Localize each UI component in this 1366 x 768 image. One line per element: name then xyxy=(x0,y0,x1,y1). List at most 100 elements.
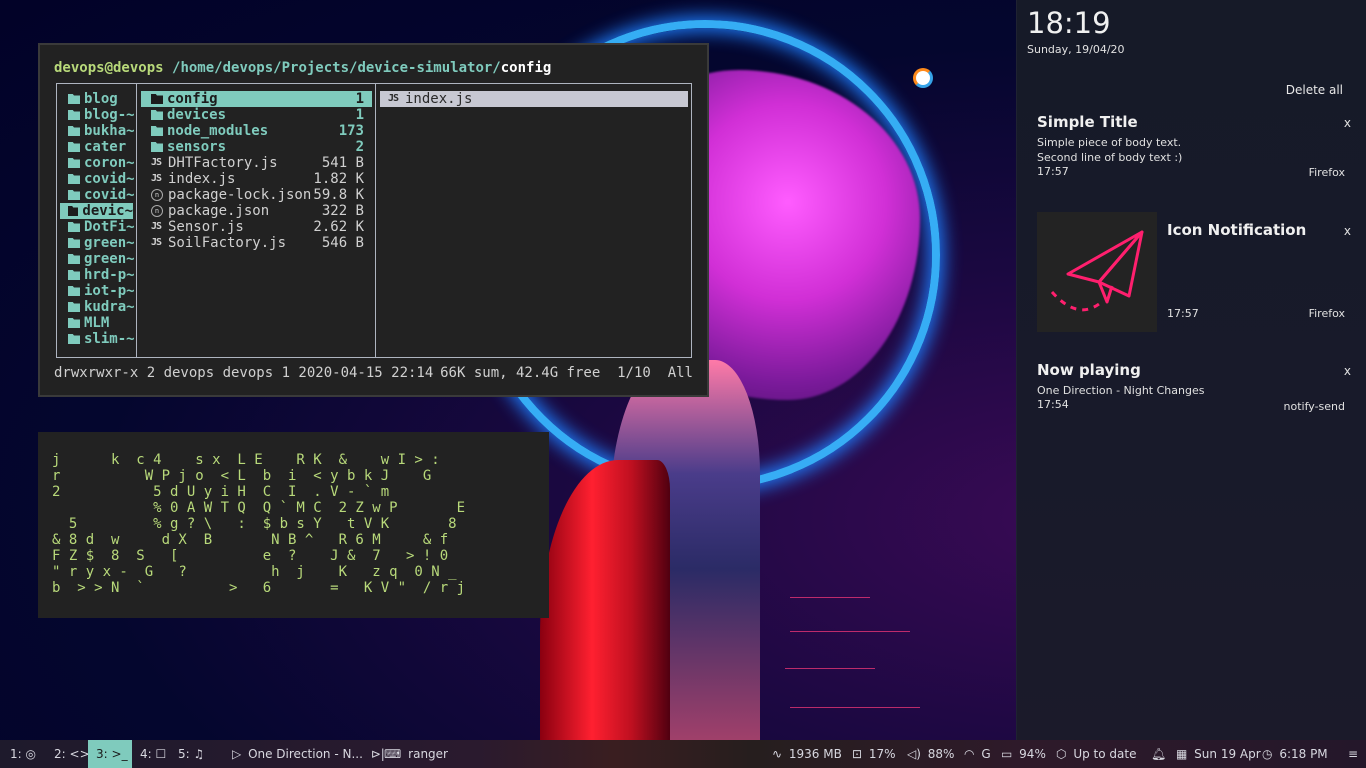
file-entry[interactable]: n package.json 322 B xyxy=(141,203,372,219)
matrix-line: % 0 A W T Q Q ` M C 2 Z w P E xyxy=(52,500,466,516)
battery-icon: ▭ xyxy=(1001,747,1013,761)
notification-time: 17:57 xyxy=(1167,307,1199,320)
bell-icon: 🔔︎ xyxy=(1151,747,1167,761)
preview-entry[interactable]: JS index.js xyxy=(380,91,688,107)
wifi-value: G xyxy=(981,747,991,761)
volume-icon: ◁) xyxy=(907,747,921,761)
entry-size: 1.82 K xyxy=(313,171,364,187)
folder-icon xyxy=(68,190,80,200)
file-entry[interactable]: n package-lock.json 59.8 K xyxy=(141,187,372,203)
user-host: devops@devops xyxy=(54,60,164,76)
matrix-line: 5 % g ? \ : $ b s Y t V K 8 xyxy=(52,516,457,532)
parent-dir-item[interactable]: coron~ xyxy=(57,155,136,171)
notification-card[interactable]: Now playing x One Direction - Night Chan… xyxy=(1037,361,1351,421)
matrix-line: F Z $ 8 S [ e ? J & 7 > ! 0 xyxy=(52,548,449,564)
media-player-widget[interactable]: ▷ One Direction - N... ⊳| xyxy=(224,740,396,768)
parent-dir-item[interactable]: cater xyxy=(57,139,136,155)
matrix-terminal-window[interactable]: j k c 4 s x L E R K & w I > :r W P j o <… xyxy=(38,432,549,618)
workspace-3[interactable]: 3: >_ xyxy=(88,740,132,768)
parent-dir-item[interactable]: blog-~ xyxy=(57,107,136,123)
entry-name: node_modules xyxy=(167,123,269,139)
js-icon: JS xyxy=(151,221,162,232)
menu-button[interactable]: ≡ xyxy=(1340,740,1366,768)
parent-dir-item[interactable]: slim-~ xyxy=(57,331,136,347)
notification-title: Icon Notification xyxy=(1167,221,1307,239)
entry-name: index.js xyxy=(405,91,473,107)
cpu-widget[interactable]: ⊡ 17% xyxy=(844,740,904,768)
notification-card[interactable]: Simple Title x Simple piece of body text… xyxy=(1037,113,1351,183)
workspace-4[interactable]: 4: ☐ xyxy=(132,740,174,768)
parent-dir-item[interactable]: bukha~ xyxy=(57,123,136,139)
dir-name: coron~ xyxy=(84,155,135,171)
volume-widget[interactable]: ◁) 88% xyxy=(899,740,962,768)
workspace-label: 3: xyxy=(96,747,108,761)
parent-dir-item[interactable]: blog xyxy=(57,91,136,107)
file-entry[interactable]: JS index.js 1.82 K xyxy=(141,171,372,187)
parent-dir-item[interactable]: iot-p~ xyxy=(57,283,136,299)
wifi-icon: ◠ xyxy=(964,747,975,761)
notification-time: 17:57 xyxy=(1037,165,1069,178)
active-window-title[interactable]: ⌨ ranger xyxy=(376,740,456,768)
clock-widget[interactable]: ◷ 6:18 PM xyxy=(1254,740,1336,768)
matrix-line: j k c 4 s x L E R K & w I > : xyxy=(52,452,440,468)
matrix-rain-output: j k c 4 s x L E R K & w I > :r W P j o <… xyxy=(52,452,465,596)
parent-dir-item[interactable]: covid~ xyxy=(57,171,136,187)
ranger-terminal-window[interactable]: devops@devops /home/devops/Projects/devi… xyxy=(38,43,709,397)
file-entry[interactable]: JS Sensor.js 2.62 K xyxy=(141,219,372,235)
close-notification-button[interactable]: x xyxy=(1344,116,1351,130)
entry-name: config xyxy=(167,91,218,107)
folder-icon xyxy=(68,270,80,280)
current-dir: config xyxy=(500,60,552,76)
panel-date: Sunday, 19/04/20 xyxy=(1027,43,1125,56)
menu-icon[interactable]: ≡ xyxy=(1348,747,1358,761)
directory-entry[interactable]: sensors 2 xyxy=(141,139,372,155)
parent-dir-item[interactable]: green~ xyxy=(57,235,136,251)
parent-dir-item[interactable]: DotFi~ xyxy=(57,219,136,235)
parent-dir-item[interactable]: devic~ xyxy=(60,203,133,219)
play-icon[interactable]: ▷ xyxy=(232,740,241,768)
ranger-path-header: devops@devops /home/devops/Projects/devi… xyxy=(54,60,551,76)
clock-icon: ◷ xyxy=(1262,747,1273,761)
folder-icon xyxy=(68,222,80,232)
directory-entry[interactable]: devices 1 xyxy=(141,107,372,123)
workspace-5[interactable]: 5: ♫ xyxy=(170,740,212,768)
directory-entry[interactable]: node_modules 173 xyxy=(141,123,372,139)
terminal-icon: >_ xyxy=(111,747,128,761)
matrix-line: b > > N ` > 6 = K V " / r j xyxy=(52,580,466,596)
directory-entry[interactable]: config 1 xyxy=(141,91,372,107)
sync-tray-icon[interactable] xyxy=(913,68,933,88)
notification-app: Firefox xyxy=(1308,307,1345,320)
workspace-1[interactable]: 1: ◎ xyxy=(2,740,44,768)
updates-widget[interactable]: ⬡ Up to date xyxy=(1048,740,1144,768)
delete-all-button[interactable]: Delete all xyxy=(1286,83,1343,97)
parent-dir-item[interactable]: MLM xyxy=(57,315,136,331)
notification-card[interactable]: Icon Notification x 17:57 Firefox xyxy=(1037,212,1351,332)
folder-icon xyxy=(68,94,80,104)
file-entry[interactable]: JS DHTFactory.js 541 B xyxy=(141,155,372,171)
js-icon: JS xyxy=(151,157,162,168)
panel-clock: 18:19 xyxy=(1027,6,1111,40)
window-title-label: ranger xyxy=(408,747,448,761)
folder-icon xyxy=(68,302,80,312)
entry-size: 2 xyxy=(355,139,364,155)
cpu-icon: ⊡ xyxy=(852,747,863,761)
music-icon: ♫ xyxy=(193,747,205,761)
parent-dir-item[interactable]: kudra~ xyxy=(57,299,136,315)
dir-name: cater xyxy=(84,139,127,155)
notification-body-line: Second line of body text :) xyxy=(1037,151,1183,164)
notification-body: One Direction - Night Changes xyxy=(1037,383,1351,398)
memory-widget[interactable]: ∿ 1936 MB xyxy=(764,740,850,768)
dir-name: green~ xyxy=(84,235,135,251)
entry-name: SoilFactory.js xyxy=(168,235,287,251)
parent-dir-item[interactable]: hrd-p~ xyxy=(57,267,136,283)
file-entry[interactable]: JS SoilFactory.js 546 B xyxy=(141,235,372,251)
entry-size: 1 xyxy=(355,91,364,107)
battery-widget[interactable]: ▭ 94% xyxy=(993,740,1054,768)
folder-icon xyxy=(68,286,80,296)
entry-size: 1 xyxy=(355,107,364,123)
close-notification-button[interactable]: x xyxy=(1344,364,1351,378)
parent-dir-item[interactable]: green~ xyxy=(57,251,136,267)
close-notification-button[interactable]: x xyxy=(1344,224,1351,238)
paper-plane-icon xyxy=(1050,230,1144,312)
parent-dir-item[interactable]: covid~ xyxy=(57,187,136,203)
